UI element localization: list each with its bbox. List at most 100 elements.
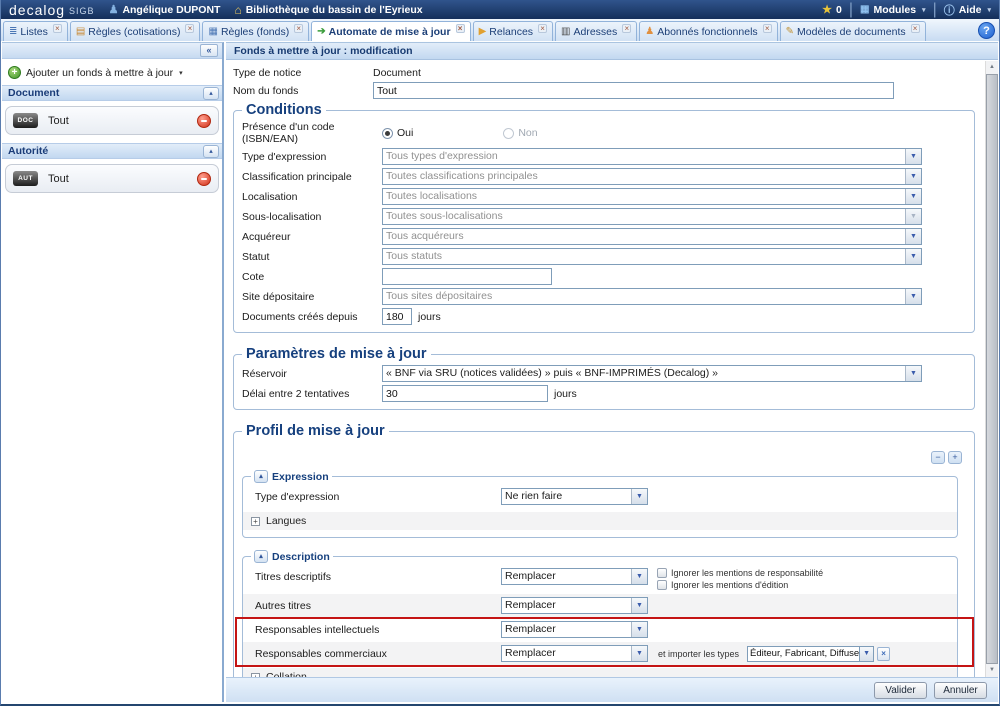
current-user[interactable]: ♟ Angélique DUPONT <box>109 3 221 16</box>
valider-button[interactable]: Valider <box>874 682 927 699</box>
document-pencil-icon: ✎ <box>786 26 794 37</box>
description-fieldset: ▴ Description Titres descriptifs Remplac… <box>242 550 958 677</box>
close-icon[interactable]: × <box>538 24 547 33</box>
tab-listes[interactable]: ≣ Listes × <box>3 21 68 41</box>
tab-automate-mise-a-jour[interactable]: ➔ Automate de mise à jour × <box>311 21 470 41</box>
chevron-down-icon[interactable]: ▼ <box>905 189 921 204</box>
collapse-section-button[interactable]: ▴ <box>254 550 268 563</box>
autres-titres-select[interactable]: Remplacer ▼ <box>501 597 648 614</box>
chevron-down-icon[interactable]: ▼ <box>905 149 921 164</box>
created-days-input[interactable]: 180 <box>382 308 412 325</box>
tab-adresses[interactable]: ▥ Adresses × <box>555 21 637 41</box>
sidebar-section-autorite: Autorité ▴ <box>2 143 222 159</box>
responsables-commerciaux-select[interactable]: Remplacer ▼ <box>501 645 648 662</box>
tab-relances[interactable]: ▶ Relances × <box>473 21 553 41</box>
annuler-button[interactable]: Annuler <box>934 682 987 699</box>
scroll-down-icon[interactable]: ▼ <box>986 664 998 677</box>
langues-collapsed-row[interactable]: + Langues <box>243 512 957 530</box>
collapse-section-button[interactable]: ▴ <box>254 470 268 483</box>
tab-bar: ≣ Listes × ▤ Règles (cotisations) × ▦ Rè… <box>1 19 999 42</box>
application-window: decalog SIGB ♟ Angélique DUPONT ⌂ Biblio… <box>0 0 1000 706</box>
type-expression-label: Type d'expression <box>242 151 382 163</box>
titres-descriptifs-select[interactable]: Remplacer ▼ <box>501 568 648 585</box>
delai-input[interactable]: 30 <box>382 385 548 402</box>
current-library[interactable]: ⌂ Bibliothèque du bassin de l'Eyrieux <box>234 3 422 17</box>
add-fonds-link[interactable]: + Ajouter un fonds à mettre à jour ▾ <box>2 59 222 85</box>
chevron-down-icon[interactable]: ▼ <box>631 622 647 637</box>
responsables-intellectuels-select[interactable]: Remplacer ▼ <box>501 621 648 638</box>
rules-icon: ▤ <box>76 26 85 37</box>
scroll-up-icon[interactable]: ▲ <box>986 61 998 74</box>
statut-select[interactable]: Tous statuts ▼ <box>382 248 922 265</box>
remove-icon[interactable] <box>197 172 211 186</box>
remove-icon[interactable] <box>197 114 211 128</box>
chevron-down-icon[interactable]: ▼ <box>905 366 921 381</box>
checkbox-label: Ignorer les mentions de responsabilité <box>671 568 823 578</box>
help-button[interactable]: ? <box>978 22 995 39</box>
tab-label: Automate de mise à jour <box>329 26 451 38</box>
import-types-combo[interactable]: Éditeur, Fabricant, Diffuseur d ▼ × <box>747 646 890 662</box>
classification-select[interactable]: Toutes classifications principales ▼ <box>382 168 922 185</box>
sidebar: « + Ajouter un fonds à mettre à jour ▾ D… <box>2 42 224 702</box>
doc-badge-icon: DOC <box>13 113 38 128</box>
tab-regles-fonds[interactable]: ▦ Règles (fonds) × <box>202 21 309 41</box>
clear-icon[interactable]: × <box>877 647 890 661</box>
chevron-down-icon[interactable]: ▼ <box>905 289 921 304</box>
nom-fonds-input[interactable]: Tout <box>373 82 894 99</box>
localisation-select[interactable]: Toutes localisations ▼ <box>382 188 922 205</box>
close-icon[interactable]: × <box>185 24 194 33</box>
close-icon[interactable]: × <box>456 24 465 33</box>
type-notice-label: Type de notice <box>233 67 373 79</box>
sidebar-section-document: Document ▴ <box>2 85 222 101</box>
reservoir-select[interactable]: « BNF via SRU (notices validées) » puis … <box>382 365 922 382</box>
chevron-down-icon[interactable]: ▼ <box>860 646 874 662</box>
chevron-down-icon[interactable]: ▼ <box>905 249 921 264</box>
chevron-down-icon[interactable]: ▼ <box>905 229 921 244</box>
horn-icon: ▶ <box>479 26 487 37</box>
tab-abonnes-fonctionnels[interactable]: ♟ Abonnés fonctionnels × <box>639 21 777 41</box>
expand-icon[interactable]: + <box>251 517 260 526</box>
statut-label: Statut <box>242 251 382 263</box>
type-expression-select[interactable]: Tous types d'expression ▼ <box>382 148 922 165</box>
close-icon[interactable]: × <box>911 24 920 33</box>
close-icon[interactable]: × <box>294 24 303 33</box>
tab-regles-cotisations[interactable]: ▤ Règles (cotisations) × <box>70 21 201 41</box>
modules-menu[interactable]: ▦ Modules ▾ <box>860 4 926 16</box>
collapse-all-button[interactable]: − <box>931 451 945 464</box>
close-icon[interactable]: × <box>53 24 62 33</box>
fonds-item-label: Tout <box>48 115 187 127</box>
help-label: Aide <box>959 4 982 16</box>
radio-non-label: Non <box>518 127 537 139</box>
radio-oui[interactable] <box>382 128 393 139</box>
fonds-item-document[interactable]: DOC Tout <box>5 106 219 135</box>
sous-localisation-select[interactable]: Toutes sous-localisations ▼ <box>382 208 922 225</box>
fonds-item-autorite[interactable]: AUT Tout <box>5 164 219 193</box>
ignorer-edition-checkbox[interactable] <box>657 580 667 590</box>
responsables-commerciaux-label: Responsables commerciaux <box>251 648 501 660</box>
close-icon[interactable]: × <box>763 24 772 33</box>
collapse-section-button[interactable]: ▴ <box>203 145 219 158</box>
help-menu[interactable]: ⓘ Aide ▾ <box>944 2 991 18</box>
chevron-down-icon[interactable]: ▼ <box>631 598 647 613</box>
chevron-down-icon[interactable]: ▼ <box>631 646 647 661</box>
collapse-section-button[interactable]: ▴ <box>203 87 219 100</box>
chevron-down-icon[interactable]: ▼ <box>631 489 647 504</box>
expression-type-select[interactable]: Ne rien faire ▼ <box>501 488 648 505</box>
collapse-sidebar-button[interactable]: « <box>200 44 218 57</box>
collation-collapsed-row[interactable]: + Collation <box>243 668 957 677</box>
select-value: Tous statuts <box>383 249 905 264</box>
scrollbar-thumb[interactable] <box>986 74 998 664</box>
chevron-down-icon[interactable]: ▼ <box>631 569 647 584</box>
ignorer-responsabilite-checkbox[interactable] <box>657 568 667 578</box>
chevron-down-icon[interactable]: ▼ <box>905 169 921 184</box>
tab-modeles-documents[interactable]: ✎ Modèles de documents × <box>780 21 926 41</box>
expand-all-button[interactable]: + <box>948 451 962 464</box>
favorites-indicator[interactable]: ★ 0 <box>822 3 842 16</box>
site-depositaire-select[interactable]: Tous sites dépositaires ▼ <box>382 288 922 305</box>
fonds-item-label: Tout <box>48 173 187 185</box>
acquereur-select[interactable]: Tous acquéreurs ▼ <box>382 228 922 245</box>
close-icon[interactable]: × <box>622 24 631 33</box>
radio-non[interactable] <box>503 128 514 139</box>
vertical-scrollbar[interactable]: ▲ ▼ <box>985 61 998 677</box>
cote-input[interactable] <box>382 268 552 285</box>
